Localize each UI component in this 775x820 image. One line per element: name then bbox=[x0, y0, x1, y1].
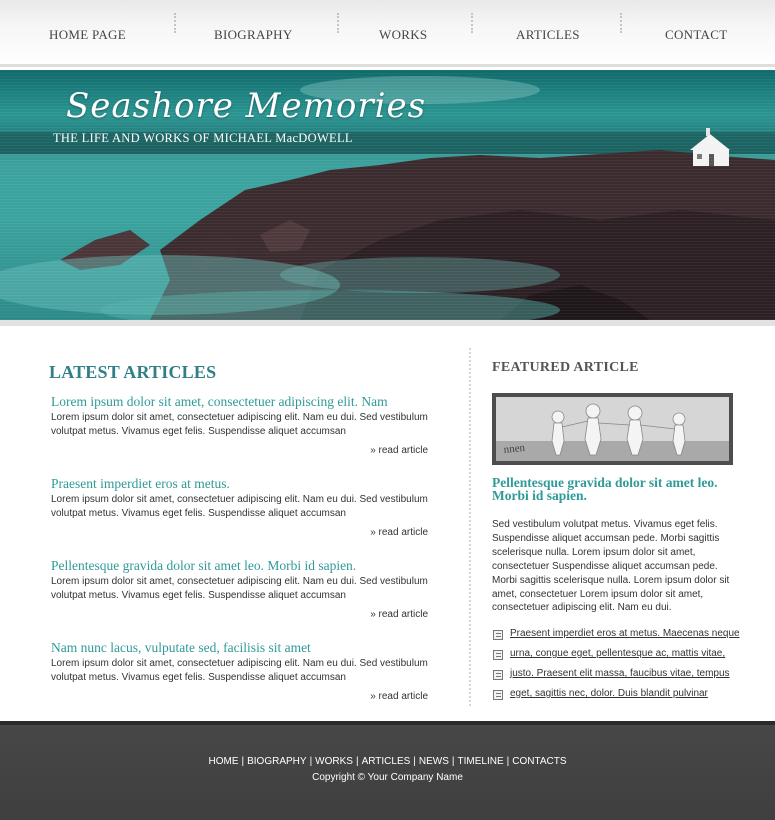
footer-navigation: HOME | BIOGRAPHY | WORKS | ARTICLES | NEWS | TIMEL… bbox=[0, 756, 775, 767]
site-tagline: THE LIFE AND WORKS OF MICHAEL MacDOWELL bbox=[53, 131, 353, 145]
article-item: Praesent imperdiet eros at metus. Lorem … bbox=[51, 476, 431, 546]
footer-separator: | bbox=[355, 756, 359, 767]
nav-home-page[interactable]: HOME PAGE bbox=[49, 27, 126, 43]
paper-people-chain-icon: nnen bbox=[496, 397, 729, 461]
nav-works[interactable]: WORKS bbox=[379, 27, 427, 43]
read-article-label: read article bbox=[378, 445, 428, 456]
featured-article-heading: FEATURED ARTICLE bbox=[492, 360, 639, 375]
footer-separator: | bbox=[413, 756, 416, 767]
nav-separator bbox=[471, 13, 473, 33]
footer-link-biography[interactable]: BIOGRAPHY bbox=[247, 756, 306, 767]
featured-link[interactable]: urna, congue eget, pellentesque ac, matt… bbox=[510, 648, 725, 659]
article-item: Nam nunc lacus, vulputate sed, facilisis… bbox=[51, 640, 431, 710]
nav-separator bbox=[620, 13, 622, 33]
article-item: Lorem ipsum dolor sit amet, consectetuer… bbox=[51, 394, 431, 464]
nav-separator bbox=[174, 13, 176, 33]
read-article-link[interactable]: » read article bbox=[370, 691, 428, 702]
document-icon bbox=[493, 690, 503, 700]
banner-divider bbox=[0, 320, 775, 326]
article-title[interactable]: Pellentesque gravida dolor sit amet leo.… bbox=[51, 558, 431, 574]
column-divider bbox=[469, 348, 471, 706]
featured-article-image[interactable]: nnen bbox=[492, 393, 733, 465]
article-excerpt: Lorem ipsum dolor sit amet, consectetuer… bbox=[51, 576, 428, 601]
featured-article-title[interactable]: Pellentesque gravida dolor sit amet leo.… bbox=[492, 476, 732, 503]
footer-link-works[interactable]: WORKS bbox=[315, 756, 353, 767]
article-item: Pellentesque gravida dolor sit amet leo.… bbox=[51, 558, 431, 628]
read-article-link[interactable]: » read article bbox=[370, 609, 428, 620]
footer-separator: | bbox=[241, 756, 245, 767]
footer-separator: | bbox=[309, 756, 313, 767]
footer-link-home[interactable]: HOME bbox=[208, 756, 238, 767]
read-article-label: read article bbox=[378, 527, 428, 538]
footer-link-news[interactable]: NEWS bbox=[419, 756, 449, 767]
article-title[interactable]: Lorem ipsum dolor sit amet, consectetuer… bbox=[51, 394, 431, 410]
footer-link-articles[interactable]: ARTICLES bbox=[362, 756, 411, 767]
footer: HOME | BIOGRAPHY | WORKS | ARTICLES | NEWS | TIMEL… bbox=[0, 725, 775, 820]
read-article-label: read article bbox=[378, 609, 428, 620]
latest-articles-heading: LATEST ARTICLES bbox=[49, 362, 217, 382]
featured-article-body: Sed vestibulum volutpat metus. Vivamus e… bbox=[492, 519, 730, 614]
featured-link[interactable]: justo. Praesent elit massa, faucibus vit… bbox=[510, 668, 730, 679]
read-article-link[interactable]: » read article bbox=[370, 527, 428, 538]
read-article-link[interactable]: » read article bbox=[370, 445, 428, 456]
document-icon bbox=[493, 650, 503, 660]
nav-separator bbox=[337, 13, 339, 33]
article-title[interactable]: Nam nunc lacus, vulputate sed, facilisis… bbox=[51, 640, 431, 656]
article-title[interactable]: Praesent imperdiet eros at metus. bbox=[51, 476, 431, 492]
svg-text:nnen: nnen bbox=[503, 442, 526, 456]
nav-biography[interactable]: BIOGRAPHY bbox=[214, 27, 293, 43]
read-article-label: read article bbox=[378, 691, 428, 702]
site-logo-title[interactable]: Seashore Memories bbox=[66, 86, 426, 126]
article-excerpt: Lorem ipsum dolor sit amet, consectetuer… bbox=[51, 412, 428, 437]
featured-link[interactable]: Praesent imperdiet eros at metus. Maecen… bbox=[510, 628, 740, 639]
article-excerpt: Lorem ipsum dolor sit amet, consectetuer… bbox=[51, 494, 428, 519]
document-icon bbox=[493, 670, 503, 680]
featured-link[interactable]: eget, sagittis nec, dolor. Duis blandit … bbox=[510, 688, 708, 699]
footer-separator: | bbox=[506, 756, 510, 767]
footer-link-contacts[interactable]: CONTACTS bbox=[512, 756, 566, 767]
document-icon bbox=[493, 630, 503, 640]
article-excerpt: Lorem ipsum dolor sit amet, consectetuer… bbox=[51, 658, 428, 683]
top-navigation: HOME PAGE BIOGRAPHY WORKS ARTICLES CONTA… bbox=[0, 0, 775, 64]
footer-separator: | bbox=[451, 756, 455, 767]
nav-articles[interactable]: ARTICLES bbox=[516, 27, 580, 43]
copyright-text: Copyright © Your Company Name bbox=[312, 772, 463, 783]
nav-contact[interactable]: CONTACT bbox=[665, 27, 727, 43]
footer-link-timeline[interactable]: TIMELINE bbox=[458, 756, 504, 767]
